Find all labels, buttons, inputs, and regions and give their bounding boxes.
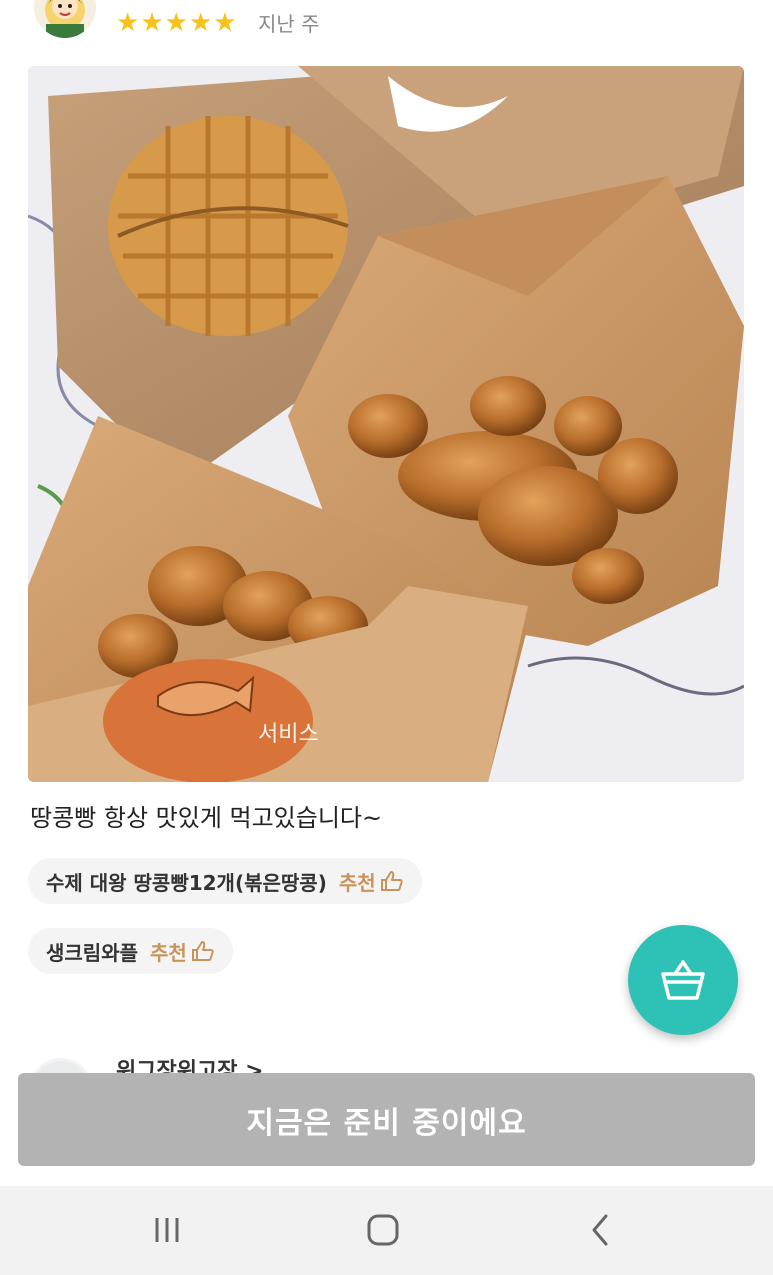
review-text: 땅콩빵 항상 맛있게 먹고있습니다~ — [30, 804, 383, 832]
basket-icon — [661, 960, 705, 1000]
star-icon: ★ — [164, 8, 188, 38]
reviewer-avatar[interactable] — [34, 0, 96, 38]
menu-name: 수제 대왕 땅콩빵12개(볶은땅콩) — [46, 870, 327, 895]
review-photo[interactable]: 서비스 — [28, 66, 744, 782]
menu-name: 생크림와플 — [46, 940, 138, 965]
recommend-text: 추천 — [150, 940, 187, 965]
review-header: ★ ★ ★ ★ ★ 지난 주 — [0, 0, 773, 56]
star-icon: ★ — [188, 8, 213, 38]
star-icon: ★ — [140, 8, 164, 38]
photo-sticker-text: 서비스 — [258, 722, 319, 747]
recommend-label: 추천 — [339, 867, 404, 896]
recommend-label: 추천 — [150, 937, 215, 966]
menu-chip[interactable]: 생크림와플 추천 — [28, 928, 233, 974]
bottom-spacer — [0, 1166, 773, 1186]
review-time: 지난 주 — [258, 12, 320, 36]
thumbs-up-icon — [380, 871, 403, 891]
order-button[interactable]: 지금은 준비 중이에요 — [18, 1073, 755, 1166]
recommend-text: 추천 — [338, 870, 376, 895]
back-button[interactable] — [570, 1208, 630, 1252]
recent-apps-icon — [155, 1218, 179, 1242]
back-icon — [592, 1214, 608, 1246]
home-button[interactable] — [353, 1208, 413, 1252]
order-button-label: 지금은 준비 중이에요 — [246, 1105, 527, 1141]
menu-chip[interactable]: 수제 대왕 땅콩빵12개(볶은땅콩) 추천 — [28, 858, 422, 904]
star-icon: ★ — [116, 8, 140, 38]
system-nav-bar — [0, 1186, 773, 1275]
thumbs-up-icon — [191, 941, 214, 961]
cart-button[interactable] — [628, 925, 738, 1035]
rating-stars: ★ ★ ★ ★ ★ — [116, 8, 237, 38]
recent-apps-button[interactable] — [137, 1208, 197, 1252]
star-icon: ★ — [213, 8, 237, 38]
home-icon — [367, 1214, 399, 1246]
